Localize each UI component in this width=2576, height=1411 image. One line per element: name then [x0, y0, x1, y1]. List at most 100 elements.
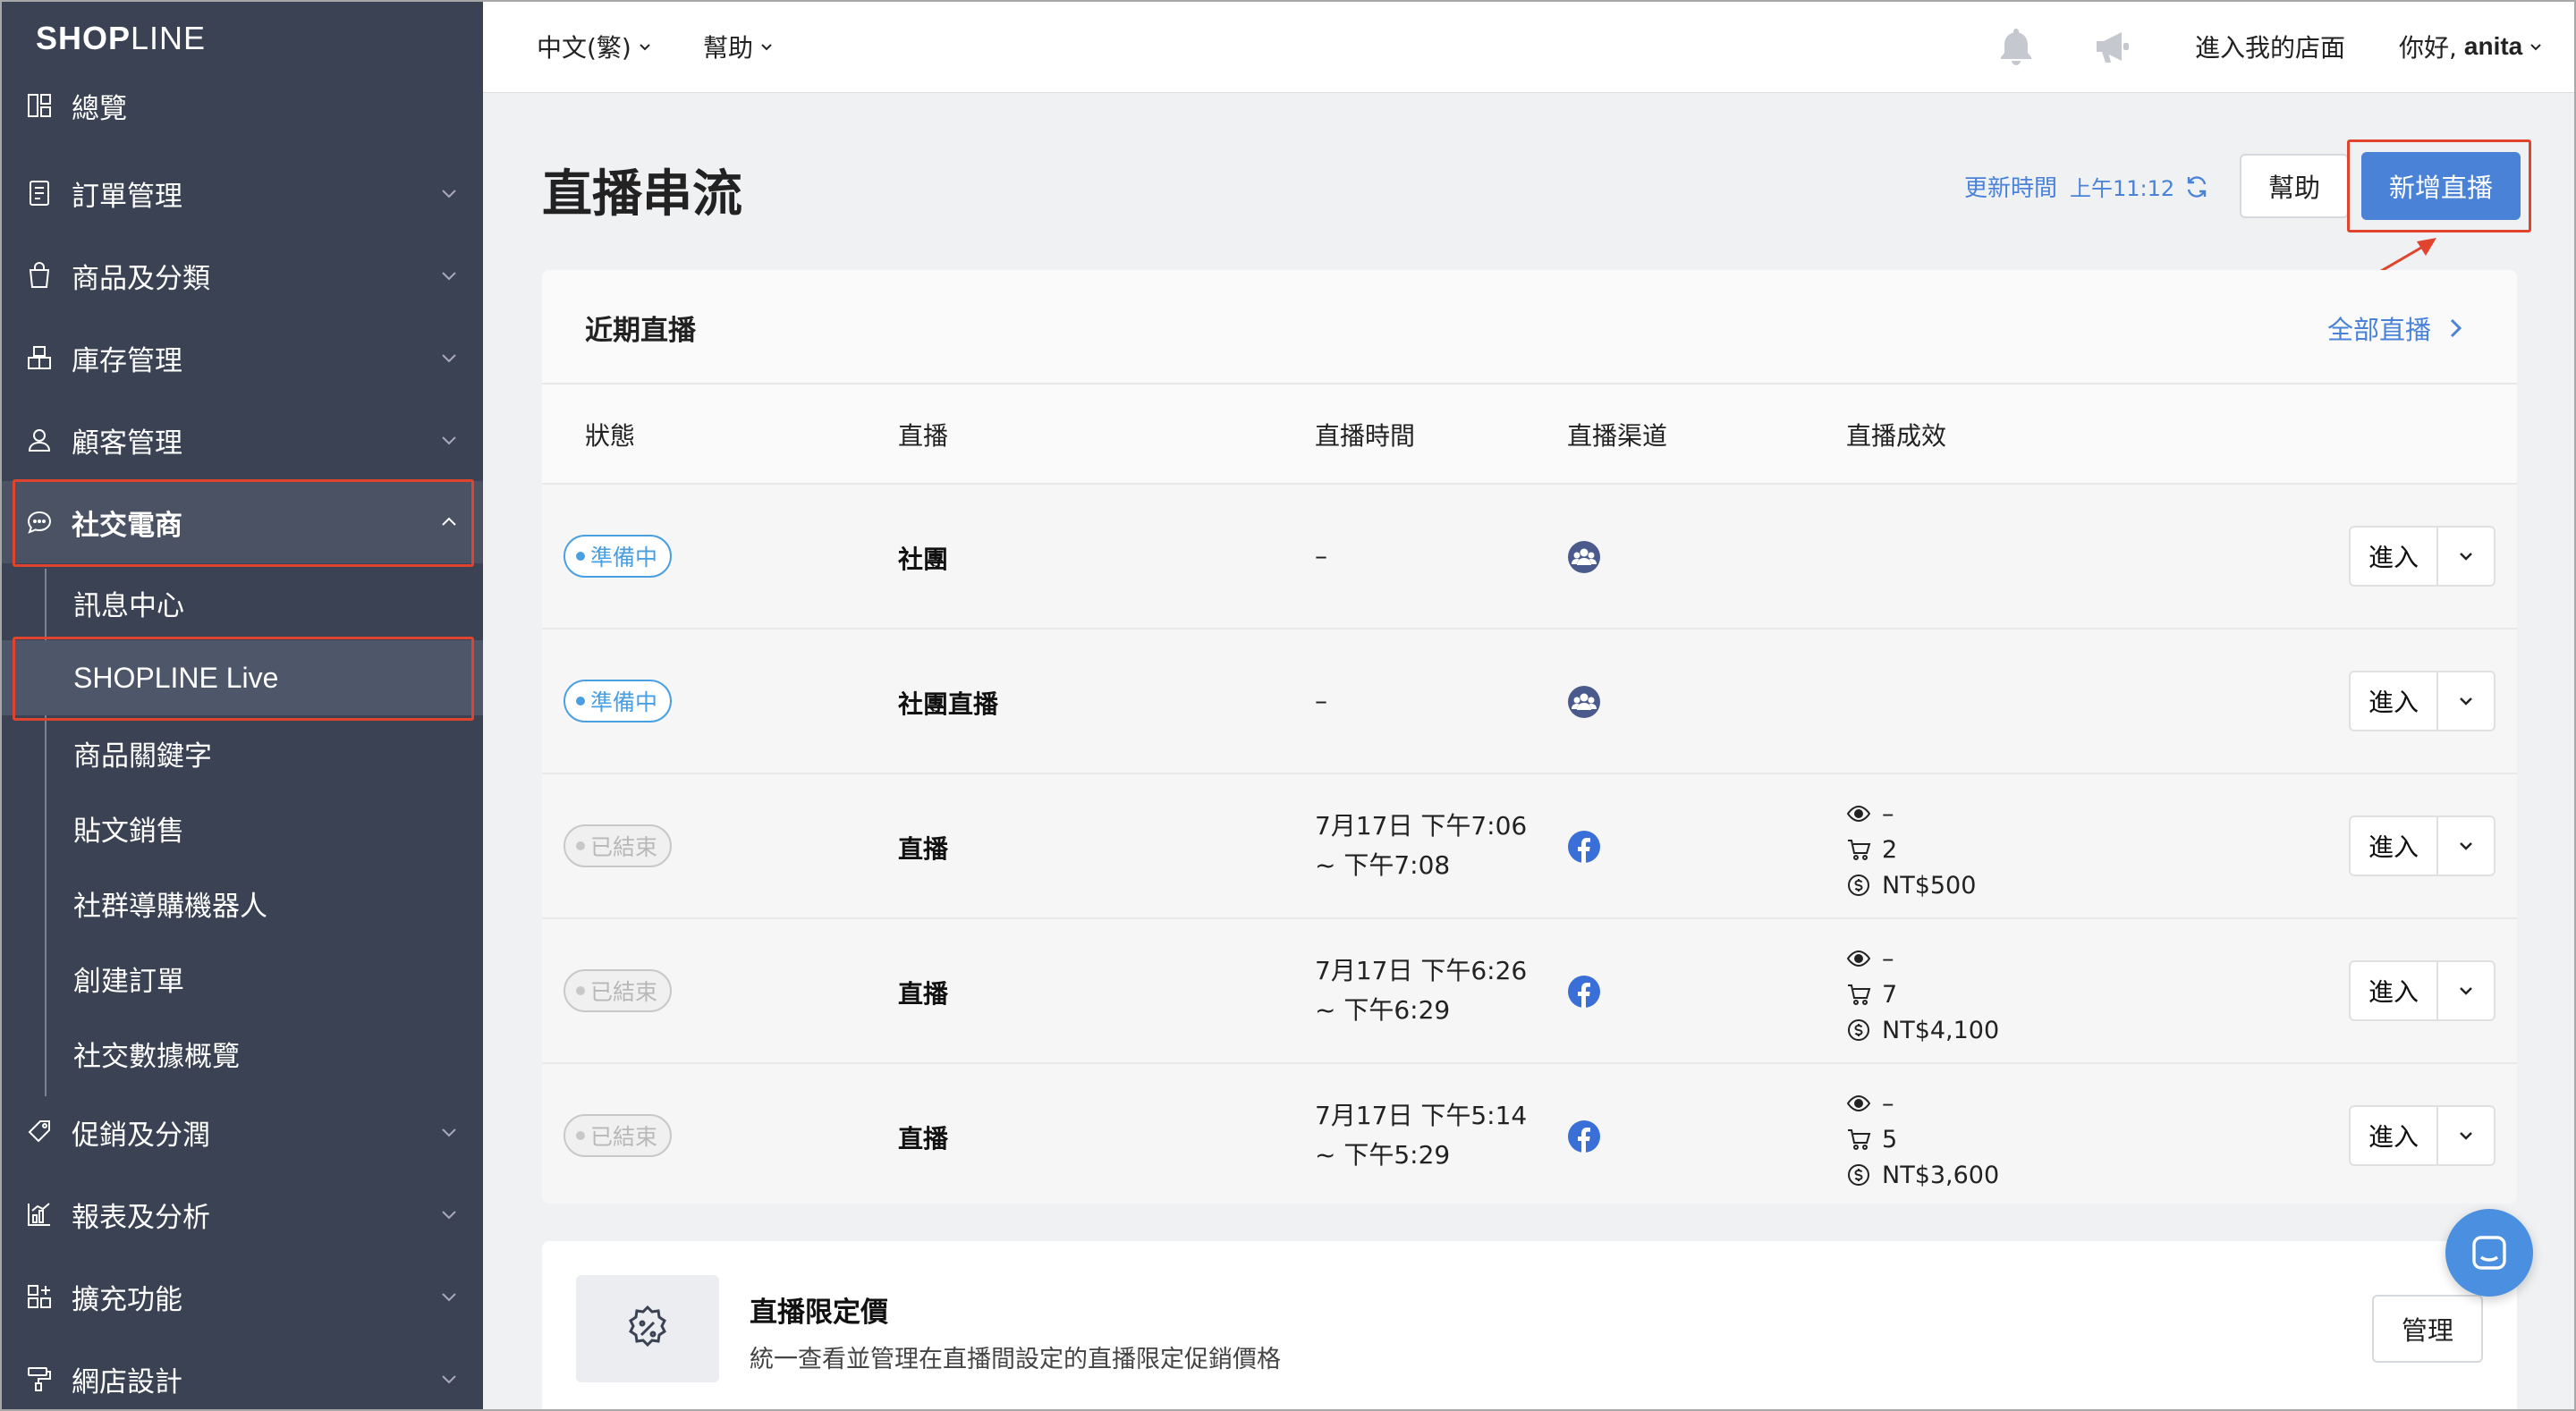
chevron-right-icon	[2450, 318, 2462, 338]
card-header: 近期直播 全部直播	[542, 270, 2517, 384]
table-header: 狀態 直播 直播時間 直播渠道 直播成效	[542, 384, 2517, 485]
chevron-down-icon	[2460, 553, 2472, 561]
live-name[interactable]: 社團	[898, 540, 948, 576]
page-title: 直播串流	[542, 165, 742, 224]
views-value: –	[1882, 799, 1894, 828]
sidebar-subitem-shopping-bot[interactable]: 社群導購機器人	[0, 866, 483, 941]
update-time[interactable]: 更新時間 上午11:12	[1964, 170, 2210, 203]
enter-button[interactable]: 進入	[2351, 962, 2438, 1019]
live-price-card: 直播限定價 統一查看並管理在直播間設定的直播限定促銷價格 管理	[542, 1241, 2517, 1411]
enter-button-group: 進入	[2349, 1105, 2496, 1166]
enter-button[interactable]: 進入	[2351, 528, 2438, 585]
sidebar-item-label: 網店設計	[72, 1365, 182, 1398]
refresh-icon[interactable]	[2183, 173, 2210, 200]
chevron-down-icon	[2530, 44, 2541, 51]
column-header-results: 直播成效	[1846, 421, 1947, 451]
sidebar-item-label: 庫存管理	[72, 344, 182, 377]
paint-roller-icon	[25, 1365, 54, 1393]
sidebar-item-store-design[interactable]: 網店設計	[0, 1338, 483, 1411]
sidebar-subitem-label: 創建訂單	[73, 965, 184, 998]
revenue-value: NT$3,600	[1882, 1161, 2000, 1189]
tag-icon	[25, 1118, 54, 1146]
enter-dropdown-toggle[interactable]	[2438, 1107, 2494, 1164]
table-row: 已結束 直播 7月17日 下午7:06 ~ 下午7:08 – 2 NT$500 進…	[542, 774, 2517, 919]
chevron-down-icon	[438, 1204, 460, 1225]
chevron-down-icon	[2460, 697, 2472, 706]
enter-dropdown-toggle[interactable]	[2438, 528, 2494, 585]
table-row: 準備中 社團直播 – 進入	[542, 629, 2517, 774]
sidebar-item-orders[interactable]: 訂單管理	[0, 152, 483, 234]
status-badge: 已結束	[564, 1114, 673, 1157]
enter-dropdown-toggle[interactable]	[2438, 962, 2494, 1019]
user-menu[interactable]: 你好, anita	[2399, 29, 2544, 64]
bell-icon[interactable]	[1993, 23, 2039, 70]
sidebar-subitem-post-sales[interactable]: 貼文銷售	[0, 790, 483, 866]
sidebar-subitem-create-order[interactable]: 創建訂單	[0, 941, 483, 1016]
sidebar-subitem-label: 貼文銷售	[73, 815, 184, 848]
sidebar-subitem-message-center[interactable]: 訊息中心	[0, 565, 483, 640]
status-badge: 已結束	[564, 969, 673, 1012]
sidebar-item-extensions[interactable]: 擴充功能	[0, 1255, 483, 1338]
help-button[interactable]: 幫助	[2240, 154, 2349, 218]
live-time: 7月17日 下午7:06 ~ 下午7:08	[1315, 807, 1527, 885]
dollar-icon	[1848, 1019, 1869, 1041]
sidebar-item-reports[interactable]: 報表及分析	[0, 1173, 483, 1255]
price-card-description: 統一查看並管理在直播間設定的直播限定促銷價格	[750, 1346, 1281, 1373]
sidebar-item-overview[interactable]: 總覽	[0, 70, 483, 141]
orders-value: 7	[1882, 980, 1898, 1009]
live-time: –	[1315, 541, 1327, 570]
status-label: 已結束	[590, 1124, 658, 1150]
enter-button[interactable]: 進入	[2351, 1107, 2438, 1164]
chat-support-button[interactable]	[2445, 1209, 2533, 1297]
table-row: 準備中 社團 – 進入	[542, 485, 2517, 629]
store-link[interactable]: 進入我的店面	[2195, 29, 2345, 64]
chevron-down-icon	[2460, 987, 2472, 995]
status-badge: 準備中	[564, 535, 673, 578]
chevron-down-icon	[438, 1368, 460, 1390]
live-time-end: ~ 下午6:29	[1315, 995, 1451, 1025]
all-live-link[interactable]: 全部直播	[2327, 309, 2467, 347]
shopline-logo[interactable]: SHOPLINE	[36, 20, 206, 64]
sidebar-subitem-product-keywords[interactable]: 商品關鍵字	[0, 715, 483, 790]
group-icon	[1567, 685, 1601, 719]
manage-button[interactable]: 管理	[2372, 1295, 2483, 1363]
chevron-down-icon	[438, 347, 460, 368]
card-title: 近期直播	[585, 315, 696, 347]
status-label: 已結束	[590, 834, 658, 860]
dashboard-icon	[25, 91, 54, 120]
update-label: 更新時間	[1964, 175, 2058, 202]
live-results: – 7 NT$4,100	[1846, 941, 1999, 1048]
live-name[interactable]: 直播	[898, 975, 948, 1010]
language-label: 中文(繁)	[537, 33, 631, 63]
sidebar-item-customers[interactable]: 顧客管理	[0, 399, 483, 481]
shopping-bag-icon	[25, 261, 54, 290]
live-results: – 5 NT$3,600	[1846, 1086, 1999, 1193]
live-name[interactable]: 直播	[898, 830, 948, 866]
price-card-title: 直播限定價	[750, 1297, 888, 1329]
chevron-down-icon	[438, 182, 460, 204]
help-dropdown[interactable]: 幫助	[703, 29, 775, 64]
facebook-icon	[1567, 1120, 1601, 1153]
sidebar-subitem-label: 商品關鍵字	[73, 739, 212, 773]
sidebar-subitem-social-data[interactable]: 社交數據概覽	[0, 1016, 483, 1091]
live-name[interactable]: 社團直播	[898, 685, 998, 721]
live-time-start: 7月17日 下午7:06	[1315, 811, 1528, 841]
enter-button[interactable]: 進入	[2351, 817, 2438, 874]
language-dropdown[interactable]: 中文(繁)	[537, 29, 653, 64]
recent-live-card: 近期直播 全部直播 狀態 直播 直播時間 直播渠道 直播成效 準備中 社團 – …	[542, 270, 2517, 1204]
enter-dropdown-toggle[interactable]	[2438, 817, 2494, 874]
cart-icon	[1848, 840, 1871, 860]
dollar-icon	[1848, 874, 1869, 896]
chevron-down-icon	[761, 44, 772, 51]
sidebar-item-products[interactable]: 商品及分類	[0, 234, 483, 317]
live-name[interactable]: 直播	[898, 1120, 948, 1155]
facebook-icon	[1567, 975, 1601, 1009]
table-row: 已結束 直播 7月17日 下午6:26 ~ 下午6:29 – 7 NT$4,100…	[542, 919, 2517, 1064]
megaphone-icon[interactable]	[2089, 23, 2136, 70]
sidebar-item-inventory[interactable]: 庫存管理	[0, 317, 483, 399]
column-header-channel: 直播渠道	[1567, 421, 1668, 451]
enter-button[interactable]: 進入	[2351, 672, 2438, 730]
sidebar-item-promotions[interactable]: 促銷及分潤	[0, 1091, 483, 1173]
enter-dropdown-toggle[interactable]	[2438, 672, 2494, 730]
chevron-down-icon	[438, 265, 460, 286]
